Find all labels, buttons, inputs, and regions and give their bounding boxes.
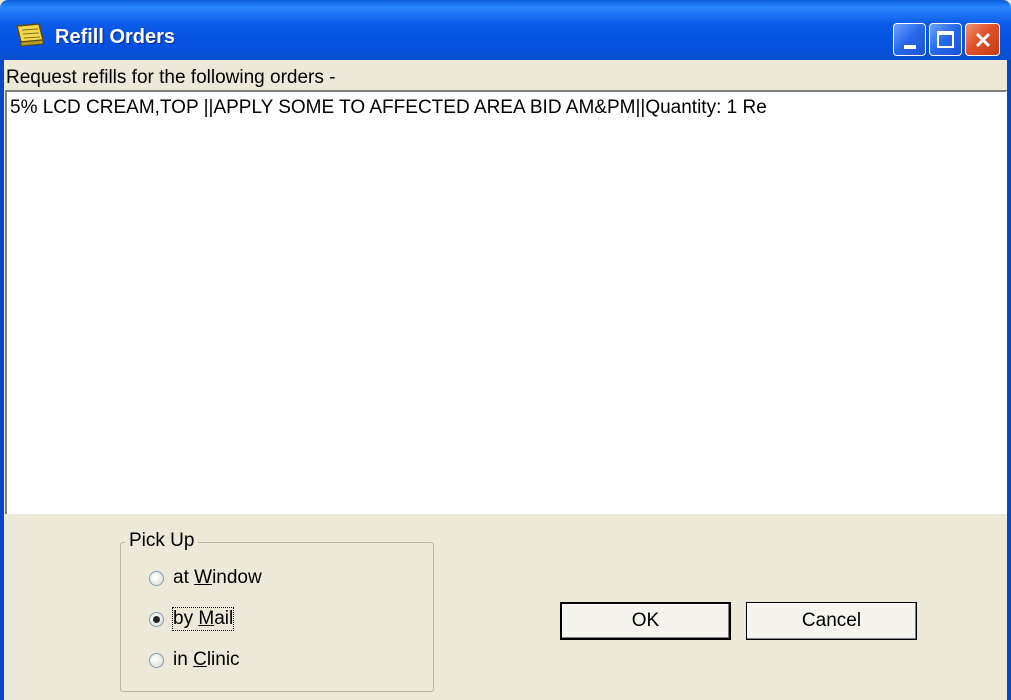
radio-in-clinic[interactable]: in Clinic [149,649,240,671]
order-book-icon [16,23,44,47]
window-title: Refill Orders [55,26,176,48]
title-bar[interactable]: Refill Orders [0,0,1011,60]
radio-button[interactable] [149,652,164,668]
cancel-button[interactable]: Cancel [746,602,917,640]
close-icon [975,32,990,47]
order-list[interactable]: 5% LCD CREAM,TOP ||APPLY SOME TO AFFECTE… [5,90,1007,514]
radio-by-mail[interactable]: by Mail [149,607,235,631]
request-label: Request refills for the following orders… [6,67,336,88]
pickup-group: Pick Up at Window by Mail in Clinic [120,530,434,692]
radio-label-by-mail: by Mail [171,607,235,631]
list-item[interactable]: 5% LCD CREAM,TOP ||APPLY SOME TO AFFECTE… [10,97,767,119]
minimize-icon [903,44,916,49]
radio-button-selected[interactable] [149,611,164,627]
radio-label-in-clinic: in Clinic [173,649,240,670]
maximize-button[interactable] [929,23,962,56]
radio-button[interactable] [149,570,164,586]
minimize-button[interactable] [893,23,926,56]
close-button[interactable] [965,23,1000,56]
ok-button[interactable]: OK [560,602,731,640]
radio-at-window[interactable]: at Window [149,567,262,589]
radio-label-at-window: at Window [173,567,262,588]
refill-orders-dialog: Refill Orders Request refills for the fo… [0,0,1011,700]
pickup-legend: Pick Up [125,530,199,552]
maximize-icon [937,31,954,48]
